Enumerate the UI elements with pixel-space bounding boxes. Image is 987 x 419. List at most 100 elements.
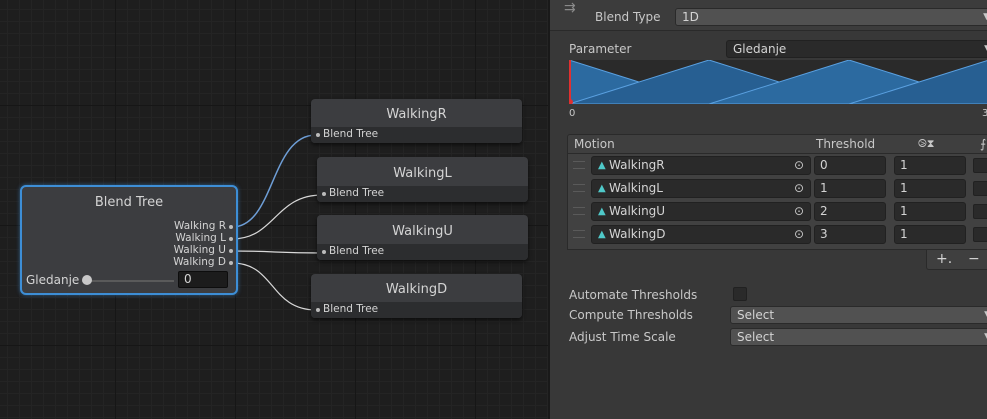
- compute-thresholds-dropdown[interactable]: Select ▼: [730, 306, 987, 324]
- blend-tree-icon: ⇉: [564, 0, 576, 16]
- speed-column-icon: ⧁⧗: [918, 137, 935, 150]
- motion-clip-field[interactable]: ▲ WalkingL ⊙: [591, 179, 811, 198]
- inspector-panel: ⇉ Blend Type 1D ▼ Parameter Gledanje ▼ 0…: [550, 0, 987, 419]
- mirror-checkbox[interactable]: [973, 181, 987, 196]
- animator-graph[interactable]: Blend Tree Walking R Walking L Walking U…: [0, 0, 548, 419]
- blend-type-dropdown[interactable]: 1D ▼: [675, 8, 987, 26]
- input-port-label: Blend Tree: [329, 245, 385, 257]
- motion-clip-name: WalkingU: [609, 204, 666, 218]
- threshold-field[interactable]: 1: [814, 179, 886, 198]
- node-title: WalkingD: [385, 282, 448, 297]
- node-walkingd[interactable]: WalkingD Blend Tree: [311, 274, 522, 318]
- automate-thresholds-label: Automate Thresholds: [569, 288, 698, 302]
- animation-clip-icon: ▲: [598, 229, 606, 240]
- add-motion-button[interactable]: +.: [936, 251, 952, 267]
- mirror-checkbox[interactable]: [973, 227, 987, 242]
- output-port-walking-r[interactable]: [229, 225, 233, 229]
- input-port-dot[interactable]: [316, 308, 320, 312]
- node-input-port: Blend Tree: [317, 186, 528, 202]
- speed-field[interactable]: 1: [894, 179, 966, 198]
- output-label-walking-l: Walking L: [175, 232, 226, 244]
- node-title: WalkingU: [392, 224, 453, 239]
- chevron-down-icon: ▼: [983, 12, 987, 22]
- motion-row[interactable]: ▲ WalkingL ⊙ 1 1: [568, 177, 987, 200]
- motion-row[interactable]: ▲ WalkingR ⊙ 0 1: [568, 154, 987, 177]
- parameter-label: Parameter: [569, 42, 632, 56]
- motion-row[interactable]: ▲ WalkingD ⊙ 3 1: [568, 223, 987, 246]
- mirror-checkbox[interactable]: [973, 204, 987, 219]
- connection-wire-walkingr: [231, 134, 317, 228]
- input-port-label: Blend Tree: [329, 187, 385, 199]
- drag-handle-icon[interactable]: [573, 207, 585, 215]
- inspector-header: ⇉ Blend Type 1D ▼: [550, 0, 987, 31]
- node-input-port: Blend Tree: [317, 244, 528, 260]
- parameter-dropdown[interactable]: Gledanje ▼: [726, 40, 987, 58]
- connection-wire-walkingd: [231, 262, 317, 311]
- connection-wire-walkingu: [231, 250, 323, 254]
- compute-thresholds-value: Select: [737, 308, 775, 322]
- input-port-label: Blend Tree: [323, 128, 379, 140]
- mirror-column-icon: ⨍: [980, 137, 987, 151]
- adjust-time-scale-value: Select: [737, 330, 775, 344]
- preview-min-label: 0: [569, 108, 576, 119]
- parameter-value-field[interactable]: 0: [178, 271, 228, 288]
- animation-clip-icon: ▲: [598, 183, 606, 194]
- output-label-walking-r: Walking R: [173, 220, 226, 232]
- input-port-dot[interactable]: [322, 192, 326, 196]
- blend-tree-node-title: Blend Tree: [94, 195, 164, 210]
- motion-clip-name: WalkingD: [609, 227, 666, 241]
- parameter-value: Gledanje: [733, 42, 787, 56]
- object-picker-icon[interactable]: ⊙: [794, 226, 804, 243]
- parameter-slider-track[interactable]: [82, 280, 174, 282]
- object-picker-icon[interactable]: ⊙: [794, 203, 804, 220]
- object-picker-icon[interactable]: ⊙: [794, 157, 804, 174]
- output-port-walking-l[interactable]: [229, 237, 233, 241]
- drag-handle-icon[interactable]: [573, 184, 585, 192]
- node-walkingl[interactable]: WalkingL Blend Tree: [317, 157, 528, 202]
- motion-clip-field[interactable]: ▲ WalkingD ⊙: [591, 225, 811, 244]
- motion-column-header: Motion: [574, 137, 615, 151]
- motion-clip-field[interactable]: ▲ WalkingU ⊙: [591, 202, 811, 221]
- adjust-time-scale-dropdown[interactable]: Select ▼: [730, 328, 987, 346]
- input-port-dot[interactable]: [316, 133, 320, 137]
- threshold-field[interactable]: 3: [814, 225, 886, 244]
- speed-field[interactable]: 1: [894, 156, 966, 175]
- motion-clip-name: WalkingL: [609, 181, 663, 195]
- adjust-time-scale-label: Adjust Time Scale: [569, 330, 676, 344]
- node-walkingr[interactable]: WalkingR Blend Tree: [311, 99, 522, 143]
- automate-thresholds-checkbox[interactable]: [733, 287, 747, 301]
- object-picker-icon[interactable]: ⊙: [794, 180, 804, 197]
- blend-tree-node[interactable]: Blend Tree Walking R Walking L Walking U…: [20, 185, 238, 295]
- threshold-field[interactable]: 2: [814, 202, 886, 221]
- threshold-field[interactable]: 0: [814, 156, 886, 175]
- blend-preview-graph[interactable]: [569, 60, 987, 104]
- parameter-slider-knob[interactable]: [82, 275, 92, 285]
- node-input-port: Blend Tree: [311, 127, 522, 143]
- animation-clip-icon: ▲: [598, 160, 606, 171]
- motion-clip-name: WalkingR: [609, 158, 665, 172]
- node-input-port: Blend Tree: [311, 302, 522, 318]
- node-title: WalkingL: [393, 166, 452, 181]
- mirror-checkbox[interactable]: [973, 158, 987, 173]
- node-walkingu[interactable]: WalkingU Blend Tree: [317, 215, 528, 260]
- drag-handle-icon[interactable]: [573, 230, 585, 238]
- output-label-walking-d: Walking D: [173, 256, 226, 268]
- parameter-label: Gledanje: [26, 273, 80, 287]
- speed-field[interactable]: 1: [894, 202, 966, 221]
- remove-motion-button[interactable]: −: [968, 251, 980, 267]
- motion-row[interactable]: ▲ WalkingU ⊙ 2 1: [568, 200, 987, 223]
- output-port-walking-d[interactable]: [229, 261, 233, 265]
- node-title: WalkingR: [386, 107, 447, 122]
- motion-clip-field[interactable]: ▲ WalkingR ⊙: [591, 156, 811, 175]
- input-port-label: Blend Tree: [323, 303, 379, 315]
- blend-type-label: Blend Type: [595, 10, 661, 24]
- speed-field[interactable]: 1: [894, 225, 966, 244]
- motion-list: ▲ WalkingR ⊙ 0 1 ▲ WalkingL ⊙ 1 1 ▲ Walk…: [567, 154, 987, 250]
- output-port-walking-u[interactable]: [229, 249, 233, 253]
- input-port-dot[interactable]: [322, 250, 326, 254]
- animation-clip-icon: ▲: [598, 206, 606, 217]
- blend-type-value: 1D: [682, 10, 699, 24]
- compute-thresholds-label: Compute Thresholds: [569, 308, 693, 322]
- threshold-column-header: Threshold: [816, 137, 876, 151]
- drag-handle-icon[interactable]: [573, 161, 585, 169]
